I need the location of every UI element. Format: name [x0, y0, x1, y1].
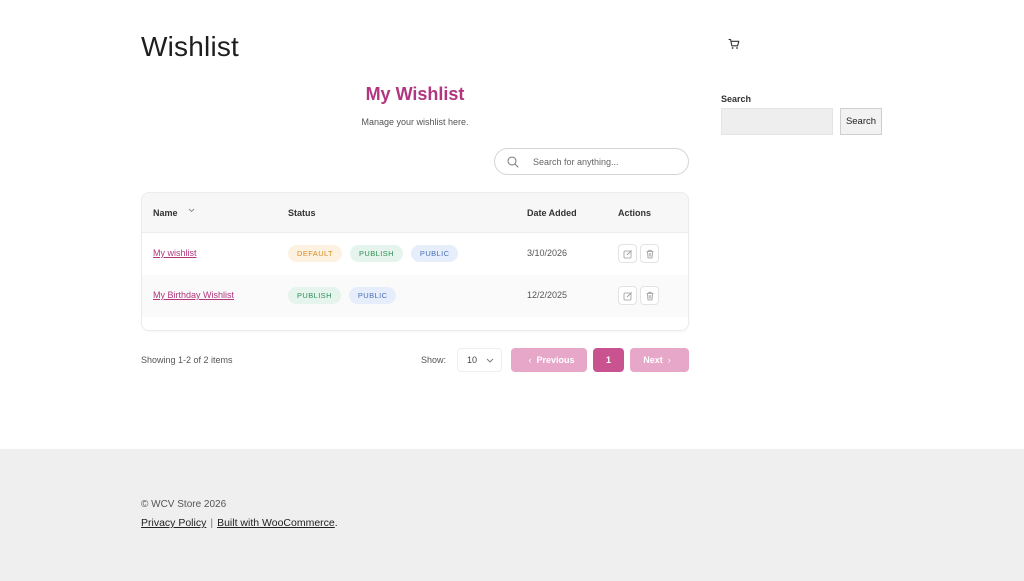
column-header-actions: Actions [618, 208, 652, 218]
site-footer: © WCV Store 2026 Privacy Policy | Built wi… [0, 449, 1024, 581]
chevron-right-icon: › [667, 355, 671, 365]
edit-icon [623, 249, 632, 258]
trash-icon [646, 291, 653, 300]
search-icon [507, 156, 519, 167]
next-label: Next [643, 355, 663, 365]
sidebar-search-widget: Search Search [721, 94, 891, 135]
chevron-left-icon: ‹ [528, 355, 532, 365]
showing-count: Showing 1-2 of 2 items [141, 355, 233, 365]
wishlist-table: Name Status Date Added Actions My wishli… [141, 192, 689, 331]
wishlist-heading: My Wishlist [365, 84, 465, 104]
previous-label: Previous [536, 355, 575, 365]
per-page-label: Show: [421, 355, 447, 365]
sidebar-search-input[interactable] [721, 108, 833, 135]
sort-chevron-icon[interactable] [188, 208, 195, 213]
privacy-policy-link[interactable]: Privacy Policy [141, 517, 206, 529]
table-header: Name Status Date Added Actions [142, 193, 688, 233]
wishlist-search-input[interactable]: Search for anything... [494, 148, 689, 175]
edit-button[interactable] [618, 286, 637, 305]
sidebar-search-button[interactable]: Search [840, 108, 882, 135]
status-badge-default: DEFAULT [288, 245, 343, 262]
delete-button[interactable] [640, 244, 659, 263]
wishlist-name-link[interactable]: My Birthday Wishlist [153, 290, 234, 300]
site-title[interactable]: Wishlist [141, 31, 239, 63]
date-added: 12/2/2025 [527, 290, 568, 300]
previous-page-button[interactable]: ‹ Previous [511, 348, 587, 372]
delete-button[interactable] [640, 286, 659, 305]
edit-icon [623, 291, 632, 300]
page-1-button[interactable]: 1 [593, 348, 624, 372]
footer-links: Privacy Policy | Built with WooCommerce. [141, 517, 338, 529]
edit-button[interactable] [618, 244, 637, 263]
sidebar-search-label: Search [721, 94, 752, 104]
column-header-name[interactable]: Name [153, 208, 178, 218]
column-header-date: Date Added [527, 208, 577, 218]
per-page-value: 10 [467, 355, 478, 365]
chevron-down-icon [486, 358, 494, 363]
wishlist-subheading: Manage your wishlist here. [361, 117, 469, 127]
table-row: My Birthday Wishlist PUBLISH PUBLIC 12/2… [142, 275, 688, 317]
table-row: My wishlist DEFAULT PUBLISH PUBLIC 3/10/… [142, 233, 688, 275]
copyright: © WCV Store 2026 [141, 499, 227, 510]
status-badge-public: PUBLIC [348, 287, 397, 304]
search-placeholder: Search for anything... [533, 156, 619, 167]
status-badge-publish: PUBLISH [350, 245, 403, 262]
footer-period: . [334, 517, 338, 529]
status-badge-public: PUBLIC [410, 245, 459, 262]
next-page-button[interactable]: Next › [630, 348, 689, 372]
status-badge-publish: PUBLISH [288, 287, 341, 304]
trash-icon [646, 249, 653, 258]
column-header-status: Status [288, 208, 316, 218]
built-with-woocommerce-link[interactable]: Built with WooCommerce [217, 517, 335, 529]
per-page-select[interactable]: 10 [457, 348, 502, 372]
date-added: 3/10/2026 [527, 248, 568, 258]
wishlist-name-link[interactable]: My wishlist [153, 248, 197, 258]
footer-separator: | [210, 517, 214, 529]
cart-icon[interactable] [728, 38, 740, 50]
